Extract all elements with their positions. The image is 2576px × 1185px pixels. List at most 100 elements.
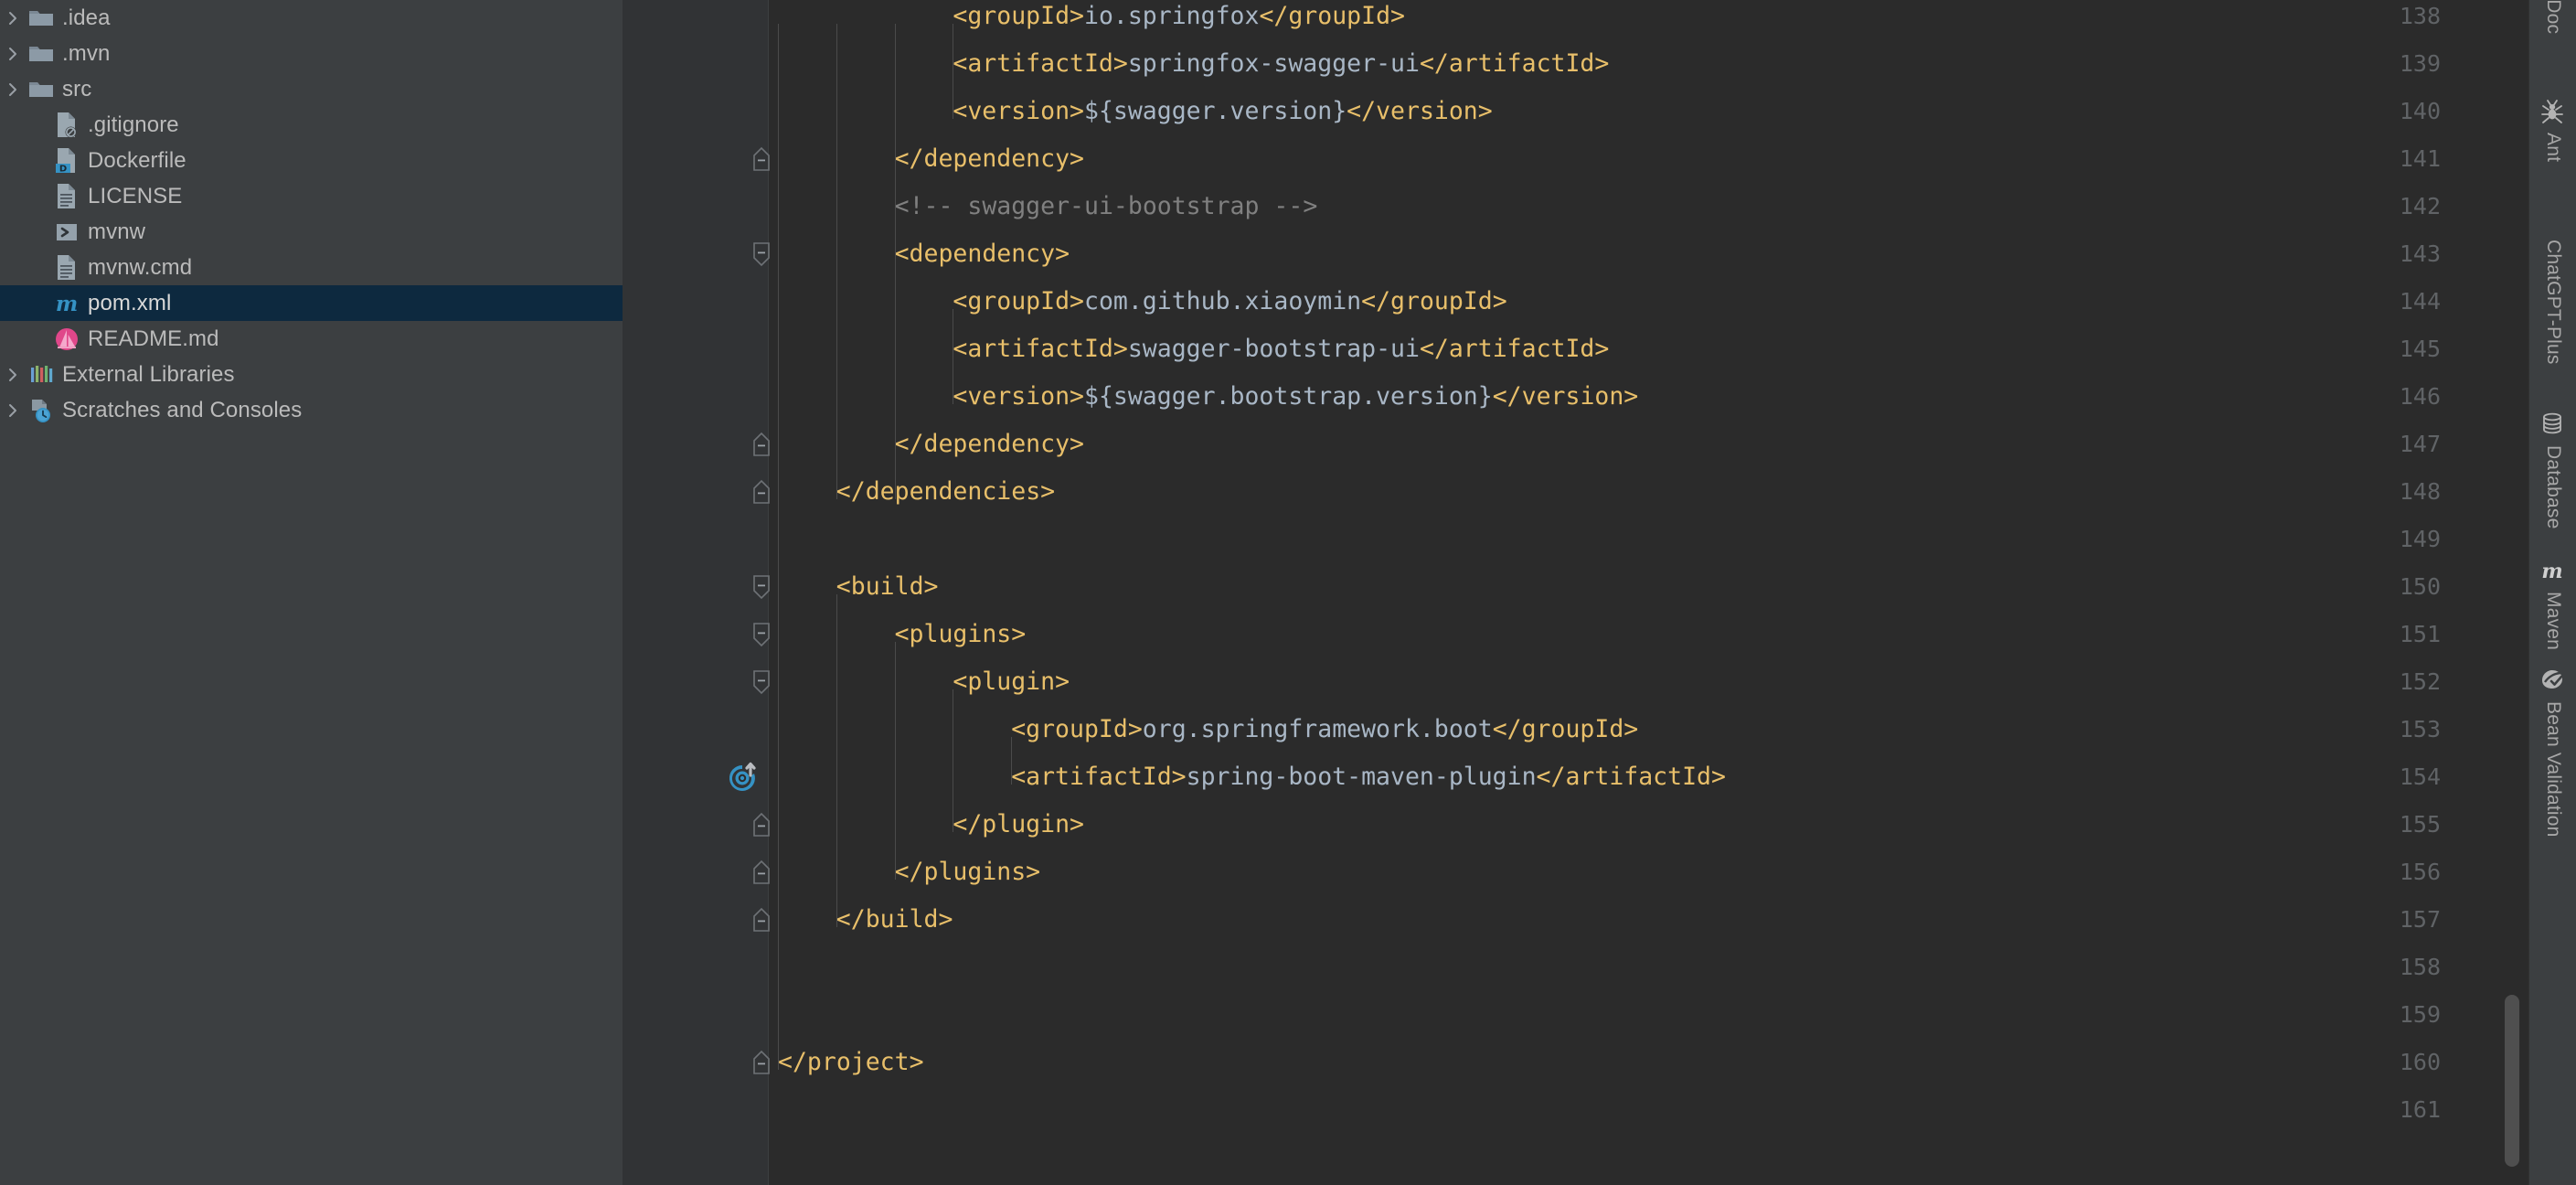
code-span-tag: <plugin> [953,667,1070,696]
fold-end-icon[interactable] [750,135,774,183]
editor-gutter[interactable] [623,0,769,1185]
stripe-tab-ant[interactable]: Ant [2529,99,2576,162]
code-line[interactable]: </dependency> [895,135,1084,183]
stripe-tab-wndoc[interactable]: wnDoc [2529,0,2576,34]
code-content[interactable]: <groupId>io.springfox</groupId> <artifact… [778,0,2528,1185]
code-line[interactable]: <plugins> [895,611,1027,658]
text-file-icon [58,183,75,208]
code-span-tag: <plugins> [894,620,1027,648]
svg-text:D: D [59,164,67,174]
code-line[interactable]: <groupId>com.github.xiaoymin</groupId> [953,278,1506,326]
code-line[interactable]: <dependency> [895,230,1070,278]
tree-arrow-placeholder [26,330,51,348]
tree-item-external-libraries[interactable]: External Libraries [0,357,623,392]
chevron-right-icon[interactable] [0,366,26,384]
code-line[interactable]: <groupId>io.springfox</groupId> [953,0,1405,40]
code-span-txt: springfox-swagger-ui [1127,49,1420,78]
scratches-icon [32,399,50,422]
fold-end-icon[interactable] [750,421,774,468]
code-line[interactable]: </plugin> [953,801,1084,849]
libraries-icon [31,365,53,382]
stripe-tab-label: Bean Validation [2543,701,2564,838]
code-line[interactable]: </dependencies> [836,468,1055,516]
code-line[interactable]: <groupId>org.springframework.boot</group… [1011,706,1638,753]
code-span-tag: </artifactId> [1419,49,1610,78]
stripe-tab-maven[interactable]: m Maven [2529,558,2576,650]
tree-item-dockerfile[interactable]: D Dockerfile [0,143,623,178]
tree-item-pom-xml[interactable]: m pom.xml [0,285,623,321]
stripe-tab-bean-validation[interactable]: Bean Validation [2529,667,2576,838]
fold-end-icon [753,1050,770,1074]
code-span-tag: <version> [953,382,1084,411]
code-line[interactable]: <plugin> [953,658,1070,706]
chevron-right-icon[interactable] [0,401,26,420]
text-file-icon [51,183,82,210]
tree-item-gitignore[interactable]: .gitignore [0,107,623,143]
spring-run-icon[interactable] [725,753,761,801]
code-line[interactable]: <version>${swagger.bootstrap.version}</v… [953,373,1638,421]
fold-end-icon [753,859,770,884]
editor-pane[interactable]: 138 139 140 141 142 143 144 145 146 147 148 149… [623,0,2528,1185]
fold-start-icon[interactable] [750,563,774,611]
chevron-right-icon[interactable] [0,9,26,27]
chevron-right-icon [9,82,16,96]
gitignore-file-icon [58,112,77,137]
code-line[interactable]: <build> [836,563,939,611]
fold-start-icon[interactable] [750,611,774,658]
code-line[interactable]: <!-- swagger-ui-bootstrap --> [895,183,1318,230]
chevron-right-icon[interactable] [0,45,26,63]
tree-item-license[interactable]: LICENSE [0,178,623,214]
folder-icon [29,46,53,61]
chevron-right-icon [9,47,16,60]
tree-item-src[interactable]: src [0,71,623,107]
code-line[interactable]: </project> [778,1039,924,1086]
code-line[interactable]: <version>${swagger.version}</version> [953,88,1492,135]
code-line[interactable]: <artifactId>swagger-bootstrap-ui</artifa… [953,326,1609,373]
tree-item-scratches-and-consoles[interactable]: Scratches and Consoles [0,392,623,428]
tree-item-readme-md[interactable]: README.md [0,321,623,357]
fold-end-icon[interactable] [750,801,774,849]
editor-vertical-scrollbar[interactable] [2505,995,2519,1167]
indent-guide [894,642,896,880]
stripe-tab-chatgpt-plus[interactable]: ChatGPT-Plus [2529,240,2576,365]
code-line[interactable]: <artifactId>spring-boot-maven-plugin</ar… [1011,753,1726,801]
fold-end-icon[interactable] [750,849,774,896]
tree-item-idea[interactable]: .idea [0,0,623,36]
tree-item-mvn[interactable]: .mvn [0,36,623,71]
stripe-tab-label: wnDoc [2543,0,2564,35]
code-line[interactable]: </build> [836,896,953,944]
maven-pom-icon: m [56,292,78,316]
code-span-txt: spring-boot-maven-plugin [1186,763,1537,791]
fold-start-icon[interactable] [750,230,774,278]
code-span-tag: <groupId> [953,287,1084,315]
code-span-tag: </project> [778,1048,924,1076]
svg-text:m: m [2541,560,2562,583]
text-file-icon [58,254,75,280]
indent-guide [894,24,896,499]
code-line[interactable]: </plugins> [895,849,1041,896]
code-line[interactable]: <artifactId>springfox-swagger-ui</artifa… [953,40,1609,88]
fold-end-icon[interactable] [750,896,774,944]
shell-script-icon [57,223,77,240]
tree-item-mvnw-cmd[interactable]: mvnw.cmd [0,250,623,285]
chevron-right-icon [9,368,16,381]
markdown-icon [51,326,82,353]
tree-item-label: External Libraries [62,361,235,387]
fold-end-icon [753,479,770,504]
stripe-tab-database[interactable]: Database [2529,411,2576,529]
fold-end-icon[interactable] [750,1039,774,1086]
code-span-tag: </dependency> [894,430,1085,458]
code-line[interactable]: </dependency> [895,421,1084,468]
dockerfile-icon: D [56,147,75,174]
code-span-tag: </groupId> [1492,715,1639,743]
fold-end-icon [753,812,770,837]
fold-start-icon[interactable] [750,658,774,706]
chevron-right-icon[interactable] [0,80,26,99]
folder-icon [26,76,57,103]
tree-item-mvnw[interactable]: mvnw [0,214,623,250]
bean-validation-icon [2539,667,2567,695]
fold-end-icon[interactable] [750,468,774,516]
code-span-tag: <dependency> [894,240,1070,268]
fold-start-icon [753,623,770,647]
code-span-tag: <groupId> [1011,715,1143,743]
